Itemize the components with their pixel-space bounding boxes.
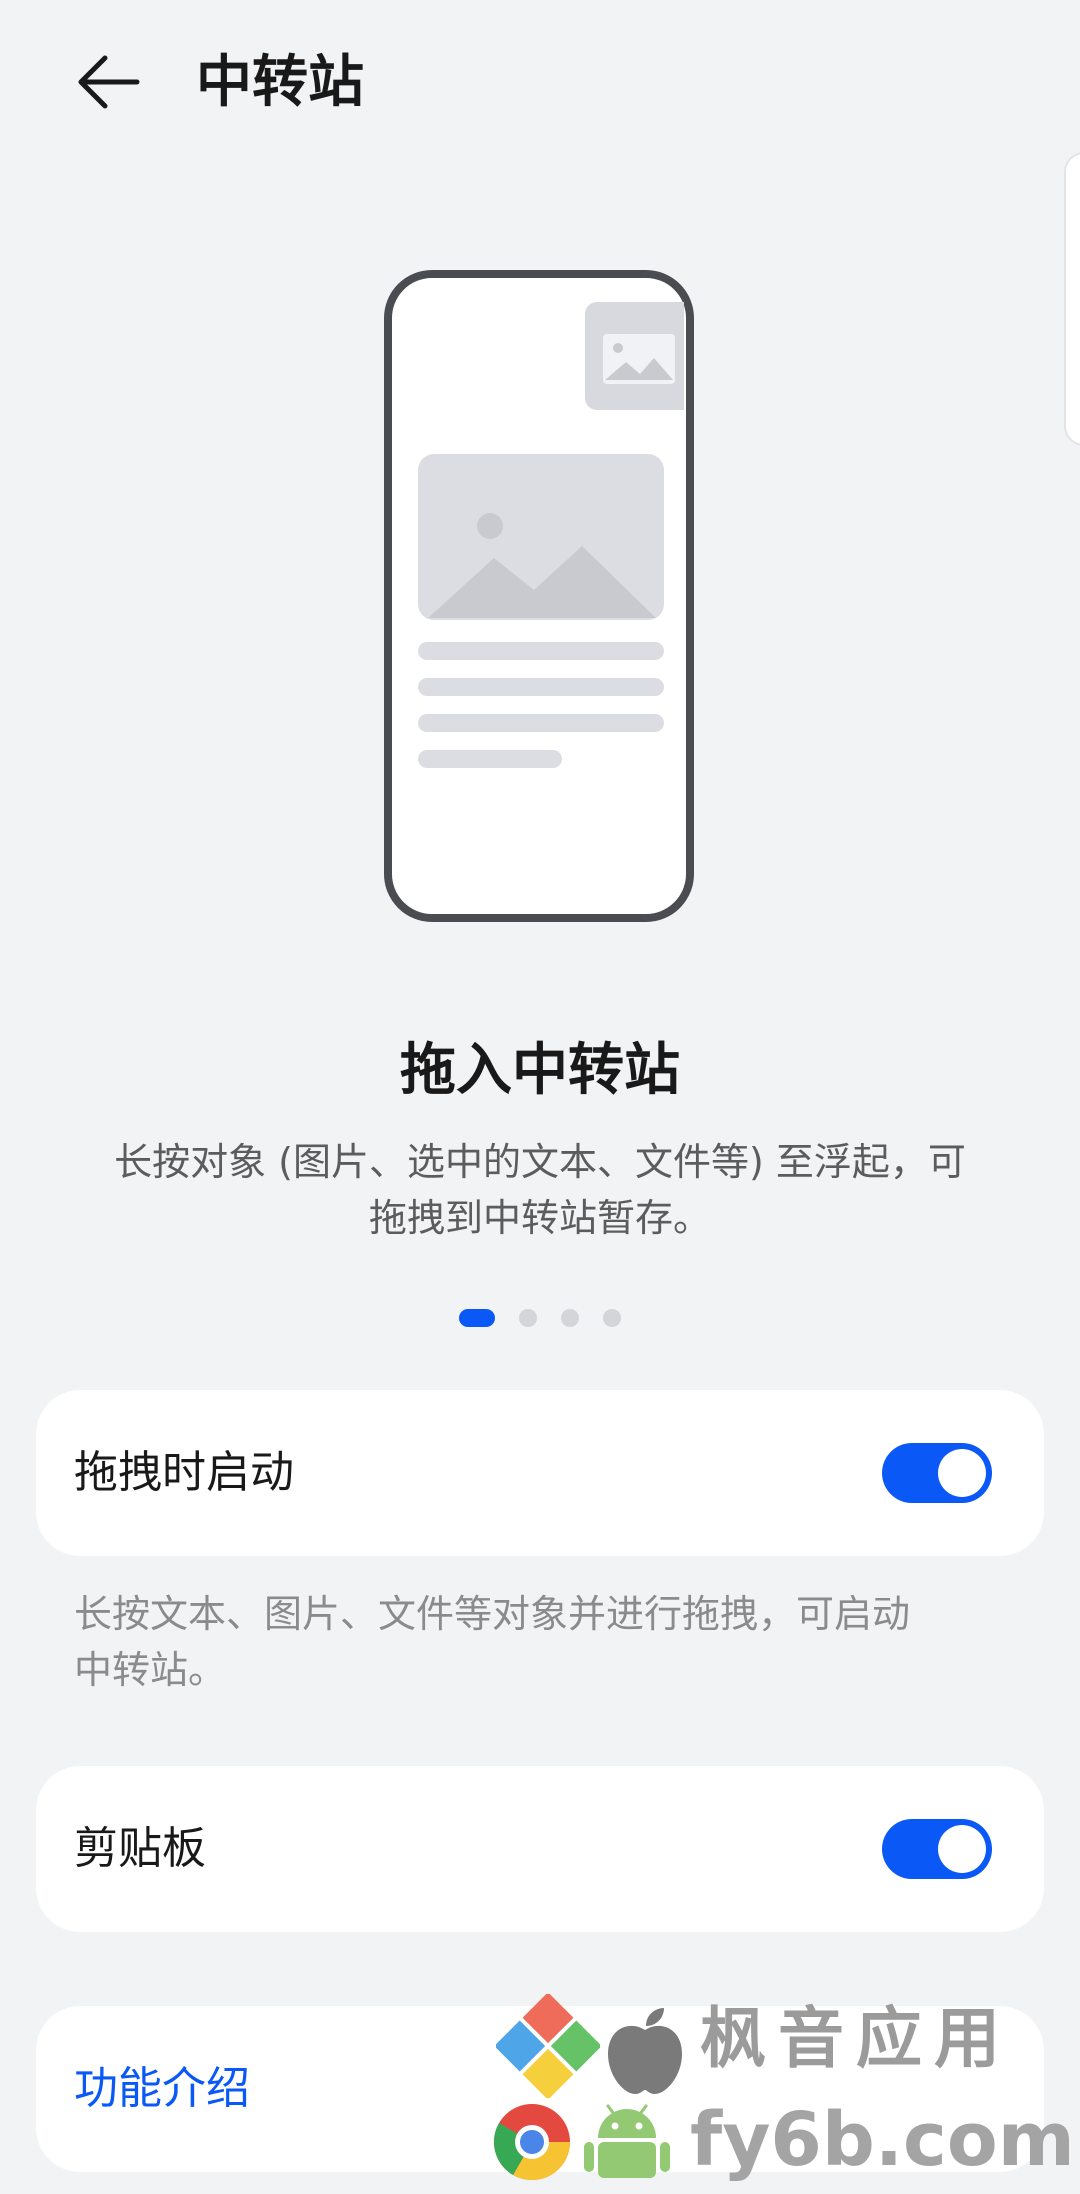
clipboard-toggle[interactable]: [882, 1819, 992, 1879]
feature-intro-link[interactable]: 功能介绍: [74, 2061, 250, 2117]
top-app-bar: 中转站: [0, 0, 1080, 170]
floating-dock-handle[interactable]: [1064, 152, 1080, 446]
phone-illustration: [384, 270, 694, 922]
toggle-knob: [938, 1825, 986, 1873]
intro-card[interactable]: 功能介绍: [36, 2006, 1044, 2172]
clipboard-card: 剪贴板: [36, 1766, 1044, 1932]
drag-launch-toggle[interactable]: [882, 1443, 992, 1503]
toggle-knob: [938, 1449, 986, 1497]
feature-description-line: 拖拽到中转站暂存。: [368, 1196, 711, 1240]
page-indicator[interactable]: [0, 1308, 1080, 1328]
drag-launch-hint-line: 中转站。: [74, 1648, 227, 1692]
back-button[interactable]: [66, 40, 150, 124]
arrow-left-icon: [78, 55, 140, 109]
feature-description: 长按对象 (图片、选中的文本、文件等) 至浮起，可 拖拽到中转站暂存。: [60, 1134, 1020, 1246]
clipboard-label: 剪贴板: [74, 1823, 206, 1874]
drag-launch-card: 拖拽时启动: [36, 1390, 1044, 1556]
page-dot[interactable]: [519, 1309, 537, 1327]
page-title: 中转站: [196, 50, 364, 115]
feature-title: 拖入中转站: [400, 1038, 680, 1103]
page-dot-active[interactable]: [459, 1309, 495, 1327]
drag-launch-label: 拖拽时启动: [74, 1447, 294, 1498]
page-dot[interactable]: [561, 1309, 579, 1327]
drag-launch-hint: 长按文本、图片、文件等对象并进行拖拽，可启动 中转站。: [74, 1586, 1014, 1698]
page-dot[interactable]: [603, 1309, 621, 1327]
feature-description-line: 长按对象 (图片、选中的文本、文件等) 至浮起，可: [114, 1140, 966, 1184]
drag-launch-hint-line: 长按文本、图片、文件等对象并进行拖拽，可启动: [74, 1592, 911, 1636]
